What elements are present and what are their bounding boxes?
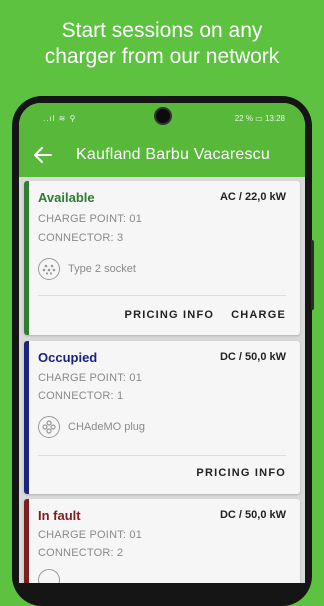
card-divider bbox=[38, 295, 286, 296]
promo-line-2: charger from our network bbox=[44, 45, 280, 68]
camera-icon bbox=[154, 107, 172, 125]
power-rating: DC / 50,0 kW bbox=[219, 509, 286, 521]
connector-card-available: Available AC / 22,0 kW CHARGE POINT: 01 … bbox=[24, 181, 300, 335]
plug-label: CHAdeMO plug bbox=[68, 421, 146, 433]
connector-label: CONNECTOR: 1 bbox=[38, 390, 124, 402]
phone-screen: ..ıl ≋ ⚲ 22 % ▭ 13:28 Kaufland Barbu Vac… bbox=[19, 103, 305, 583]
status-stripe bbox=[24, 181, 29, 335]
status-badge: Occupied bbox=[38, 350, 98, 365]
plug-icon bbox=[38, 569, 60, 583]
page-title: Kaufland Barbu Vacarescu bbox=[76, 146, 270, 163]
app-bar: Kaufland Barbu Vacarescu bbox=[19, 133, 305, 177]
connector-label: CONNECTOR: 2 bbox=[38, 547, 124, 559]
promo-line-1: Start sessions on any bbox=[61, 19, 263, 42]
connector-card-in-fault: In fault DC / 50,0 kW CHARGE POINT: 01 C… bbox=[24, 499, 300, 583]
signal-indicators: ..ıl ≋ ⚲ bbox=[43, 114, 77, 123]
pricing-info-button[interactable]: PRICING INFO bbox=[125, 309, 215, 321]
power-rating: DC / 50,0 kW bbox=[219, 351, 286, 363]
status-badge: In fault bbox=[38, 508, 81, 523]
back-button[interactable] bbox=[31, 143, 55, 167]
promo-headline: Start sessions on any charger from our n… bbox=[0, 18, 324, 70]
card-divider bbox=[38, 455, 286, 456]
plug-type: CHAdeMO plug bbox=[38, 416, 145, 438]
plug-label: Type 2 socket bbox=[68, 263, 136, 275]
connector-card-occupied: Occupied DC / 50,0 kW CHARGE POINT: 01 C… bbox=[24, 341, 300, 494]
battery-time: 22 % ▭ 13:28 bbox=[234, 114, 285, 123]
charge-button[interactable]: CHARGE bbox=[231, 309, 286, 321]
phone-side-button bbox=[311, 240, 314, 310]
connector-label: CONNECTOR: 3 bbox=[38, 232, 124, 244]
power-rating: AC / 22,0 kW bbox=[219, 191, 286, 203]
charge-point-label: CHARGE POINT: 01 bbox=[38, 372, 143, 384]
pricing-info-button[interactable]: PRICING INFO bbox=[196, 467, 286, 479]
status-stripe bbox=[24, 341, 29, 494]
chademo-plug-icon bbox=[38, 416, 60, 438]
charge-point-label: CHARGE POINT: 01 bbox=[38, 529, 143, 541]
plug-type bbox=[38, 569, 60, 583]
card-actions: PRICING INFO bbox=[196, 467, 286, 479]
type2-socket-icon bbox=[38, 258, 60, 280]
card-actions: PRICING INFO CHARGE bbox=[125, 309, 286, 321]
status-badge: Available bbox=[38, 190, 95, 205]
arrow-left-icon bbox=[34, 147, 52, 163]
charge-point-label: CHARGE POINT: 01 bbox=[38, 213, 143, 225]
status-stripe bbox=[24, 499, 29, 583]
plug-type: Type 2 socket bbox=[38, 258, 136, 280]
